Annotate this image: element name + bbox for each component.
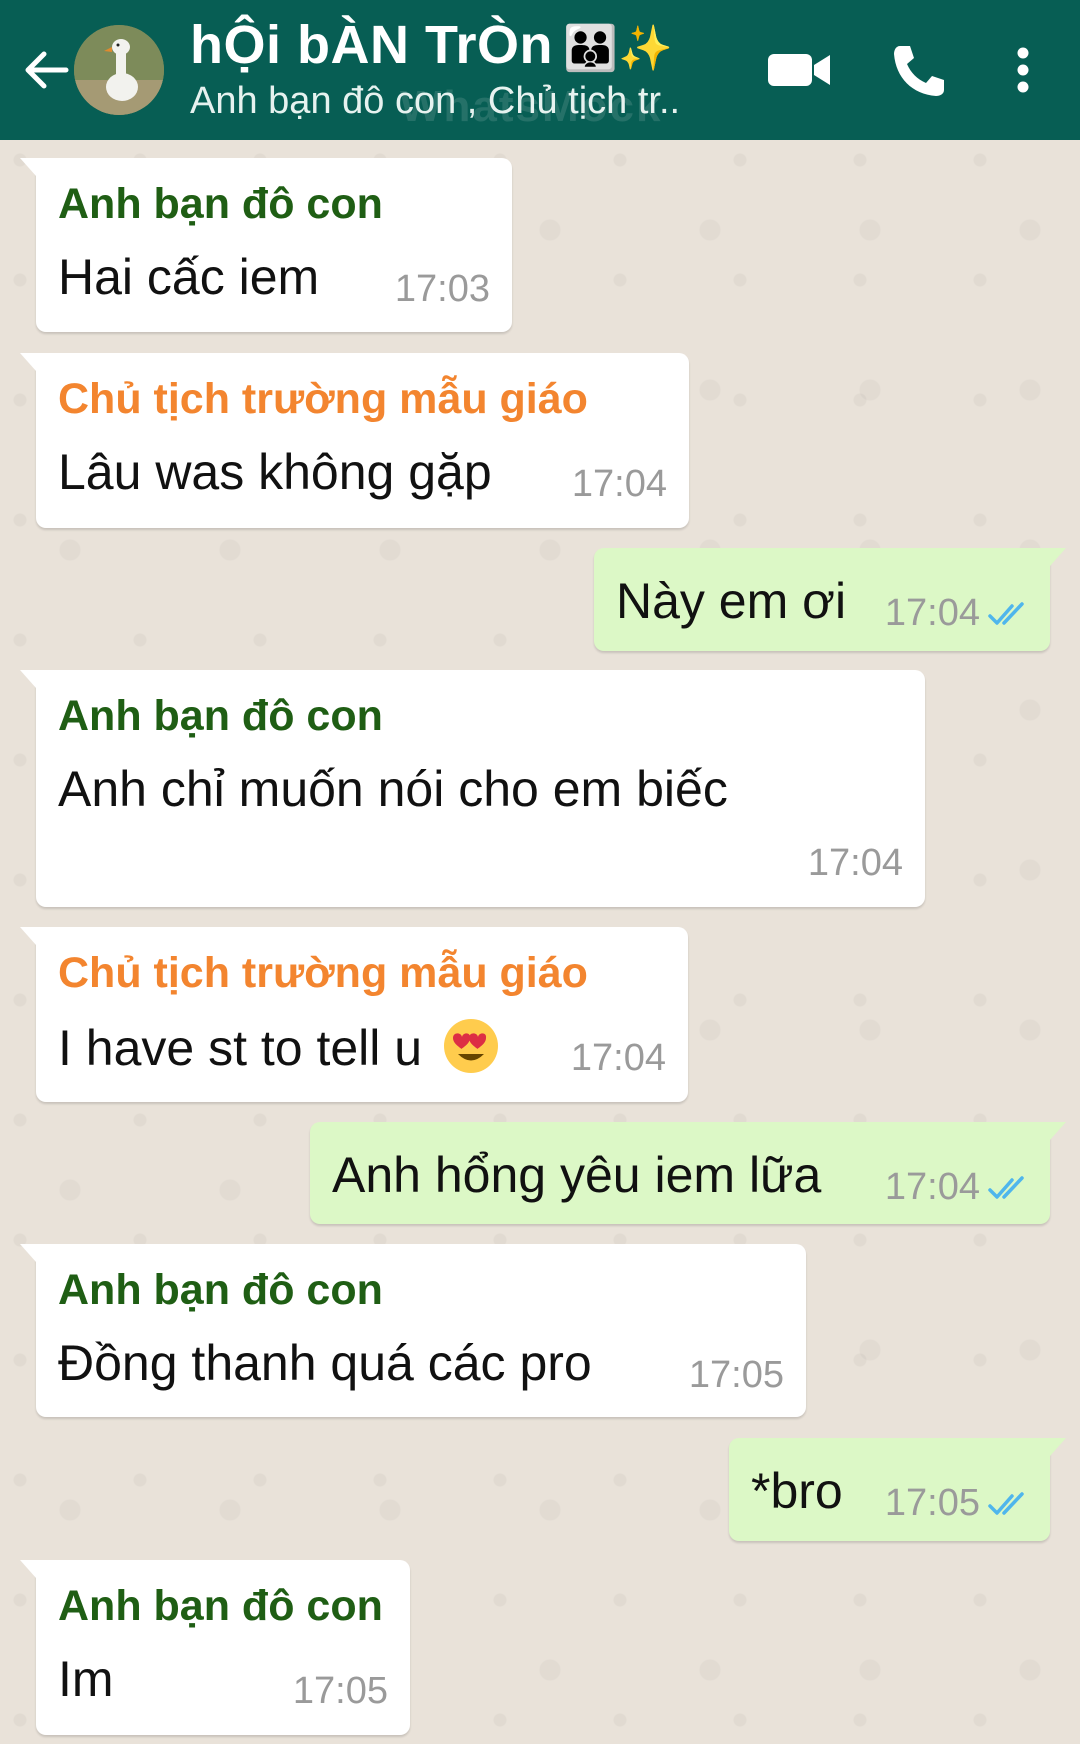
message-text: Này em ơi <box>616 573 847 629</box>
message-bubble[interactable]: *bro 17:05 <box>729 1438 1066 1541</box>
message-bubble[interactable]: Này em ơi 17:04 <box>594 548 1066 651</box>
message-bubble[interactable]: Anh bạn đô con Hai cấc iem 17:03 <box>20 158 512 332</box>
read-receipt-icon <box>988 602 1024 625</box>
message-time: 17:05 <box>292 1670 388 1712</box>
read-receipt-icon <box>988 1492 1024 1515</box>
message-bubble[interactable]: Anh bạn đô con Đồng thanh quá các pro 17… <box>20 1244 806 1417</box>
phone-icon[interactable] <box>880 40 952 100</box>
video-call-icon[interactable] <box>764 40 836 100</box>
more-vert-icon[interactable] <box>1000 40 1046 100</box>
message-time: 17:05 <box>688 1354 784 1396</box>
message-text: Im <box>58 1651 114 1707</box>
message-text: Anh chỉ muốn nói cho em biếc <box>58 761 728 817</box>
message-sender: Anh bạn đô con <box>58 1582 383 1630</box>
message-text: Hai cấc iem <box>58 249 320 305</box>
message-sender: Chủ tịch trường mẫu giáo <box>58 949 588 997</box>
message-time: 17:03 <box>394 268 490 310</box>
back-arrow-icon[interactable] <box>18 38 74 102</box>
message-list[interactable]: Anh bạn đô con Hai cấc iem 17:03 Chủ tịc… <box>0 140 1080 1744</box>
message-sender: Anh bạn đô con <box>58 180 383 228</box>
message-text: Lâu was không gặp <box>58 444 492 500</box>
chat-title[interactable]: hỘi bÀN TrÒn 👪✨ <box>190 14 674 76</box>
message-text: *bro <box>751 1463 843 1519</box>
chat-title-text: hỘi bÀN TrÒn <box>190 15 553 75</box>
family-sparkles-emoji-icon: 👪✨ <box>563 23 674 74</box>
message-sender: Anh bạn đô con <box>58 1266 383 1314</box>
message-bubble[interactable]: Chủ tịch trường mẫu giáo I have st to te… <box>20 927 688 1102</box>
group-avatar[interactable] <box>74 25 164 115</box>
message-time: 17:04 <box>807 842 903 884</box>
message-text: Anh hổng yêu iem lữa <box>332 1147 822 1203</box>
message-sender: Chủ tịch trường mẫu giáo <box>58 375 588 423</box>
message-sender: Anh bạn đô con <box>58 692 383 740</box>
message-bubble[interactable]: Anh bạn đô con Im 17:05 <box>20 1560 410 1735</box>
message-time: 17:04 <box>884 592 980 634</box>
message-text-content: I have st to tell u <box>58 1020 423 1076</box>
heart-eyes-emoji-icon <box>444 1019 498 1073</box>
message-time: 17:04 <box>884 1166 980 1208</box>
message-bubble[interactable]: Anh hổng yêu iem lữa 17:04 <box>310 1122 1066 1224</box>
chat-participants[interactable]: Anh bạn đô con , Chủ tịch tr.. <box>190 80 680 123</box>
message-bubble[interactable]: Anh bạn đô con Anh chỉ muốn nói cho em b… <box>20 670 925 907</box>
message-bubble[interactable]: Chủ tịch trường mẫu giáo Lâu was không g… <box>20 353 689 528</box>
message-text: I have st to tell u <box>58 1017 500 1077</box>
message-time: 17:05 <box>884 1482 980 1524</box>
message-time: 17:04 <box>570 1037 666 1079</box>
read-receipt-icon <box>988 1176 1024 1199</box>
message-text: Đồng thanh quá các pro <box>58 1335 592 1391</box>
message-time: 17:04 <box>571 463 667 505</box>
goose-picture-icon <box>74 25 164 115</box>
chat-header: hỘi bÀN TrÒn 👪✨ WhatsMock Anh bạn đô con … <box>0 0 1080 140</box>
